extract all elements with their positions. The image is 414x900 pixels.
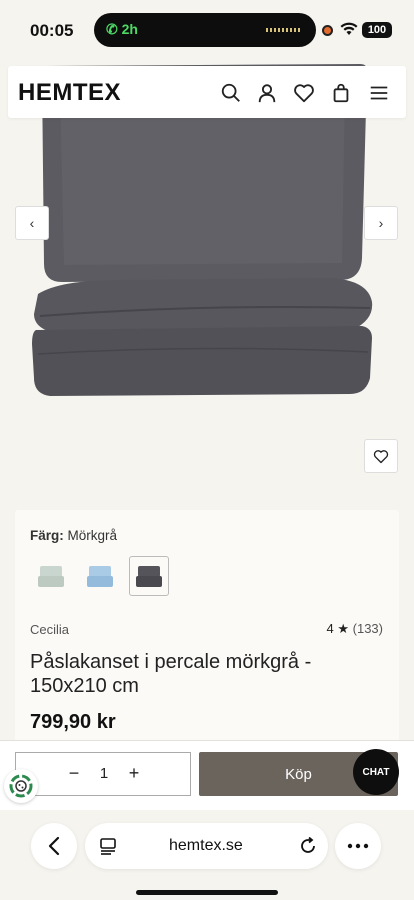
product-info-card: Färg: Mörkgrå Cecilia 4 ★ (133) Påslakan… xyxy=(15,510,399,750)
home-indicator[interactable] xyxy=(136,890,278,895)
wifi-icon xyxy=(340,22,358,35)
dynamic-island[interactable]: ✆ 2h xyxy=(94,13,316,47)
address-bar[interactable]: hemtex.se xyxy=(85,823,328,869)
swatch-ljusgron[interactable] xyxy=(31,556,71,596)
browser-back-button[interactable] xyxy=(31,823,77,869)
audio-wave-icon xyxy=(266,28,302,32)
bag-icon[interactable] xyxy=(330,82,352,104)
quantity-stepper: − 1 + xyxy=(15,752,191,796)
swatch-ljusbla[interactable] xyxy=(80,556,120,596)
user-icon[interactable] xyxy=(256,82,278,104)
chevron-left-icon xyxy=(48,836,60,856)
product-image xyxy=(32,64,373,396)
product-gallery[interactable]: ‹ › xyxy=(0,58,414,498)
swatch-morkgra[interactable] xyxy=(129,556,169,596)
chevron-left-icon: ‹ xyxy=(29,215,35,231)
search-icon[interactable] xyxy=(220,82,242,104)
status-bar: 00:05 ✆ 2h 100 xyxy=(0,0,414,58)
heart-icon xyxy=(373,449,389,463)
chevron-right-icon: › xyxy=(378,215,384,231)
cookie-settings-button[interactable] xyxy=(4,769,38,803)
chat-button[interactable]: CHAT xyxy=(353,749,399,795)
gallery-next-button[interactable]: › xyxy=(364,206,398,240)
rating-count: (133) xyxy=(352,621,383,636)
swatch-thumbnail xyxy=(38,566,64,587)
site-header: HEMTEX xyxy=(8,66,406,118)
call-indicator: ✆ 2h xyxy=(106,21,138,38)
reload-icon[interactable] xyxy=(299,837,317,855)
gallery-prev-button[interactable]: ‹ xyxy=(15,206,49,240)
menu-icon[interactable] xyxy=(368,82,390,104)
hemtex-logo[interactable]: HEMTEX xyxy=(18,79,121,107)
product-price: 799,90 kr xyxy=(30,711,116,733)
more-icon xyxy=(347,843,369,849)
battery-icon: 100 xyxy=(362,22,392,38)
rating-value: 4 xyxy=(326,621,334,636)
tabs-icon[interactable] xyxy=(99,837,117,855)
star-icon: ★ xyxy=(337,621,350,636)
quantity-value[interactable]: 1 xyxy=(96,765,112,782)
product-rating[interactable]: 4 ★ (133) xyxy=(327,621,384,637)
swatch-thumbnail xyxy=(87,566,113,587)
quantity-plus-button[interactable]: + xyxy=(122,763,146,784)
more-options-button[interactable] xyxy=(335,823,381,869)
color-label: Färg: Mörkgrå xyxy=(30,528,118,543)
cookie-icon xyxy=(9,774,33,798)
call-duration: 2h xyxy=(121,21,138,37)
product-title: Påslakanset i percale mörkgrå - 150x210 … xyxy=(30,651,312,697)
status-time: 00:05 xyxy=(30,21,74,40)
quantity-minus-button[interactable]: − xyxy=(62,763,86,784)
product-brand[interactable]: Cecilia xyxy=(30,622,69,637)
url-text: hemtex.se xyxy=(169,837,243,854)
buy-bar: − 1 + Köp CHAT xyxy=(0,740,414,810)
wishlist-button[interactable] xyxy=(364,439,398,473)
phone-icon: ✆ xyxy=(106,21,118,37)
swatch-thumbnail xyxy=(136,566,162,587)
browser-toolbar: hemtex.se xyxy=(0,810,414,900)
heart-icon[interactable] xyxy=(293,82,315,104)
color-value: Mörkgrå xyxy=(67,528,118,543)
recording-dot-icon xyxy=(322,25,333,36)
